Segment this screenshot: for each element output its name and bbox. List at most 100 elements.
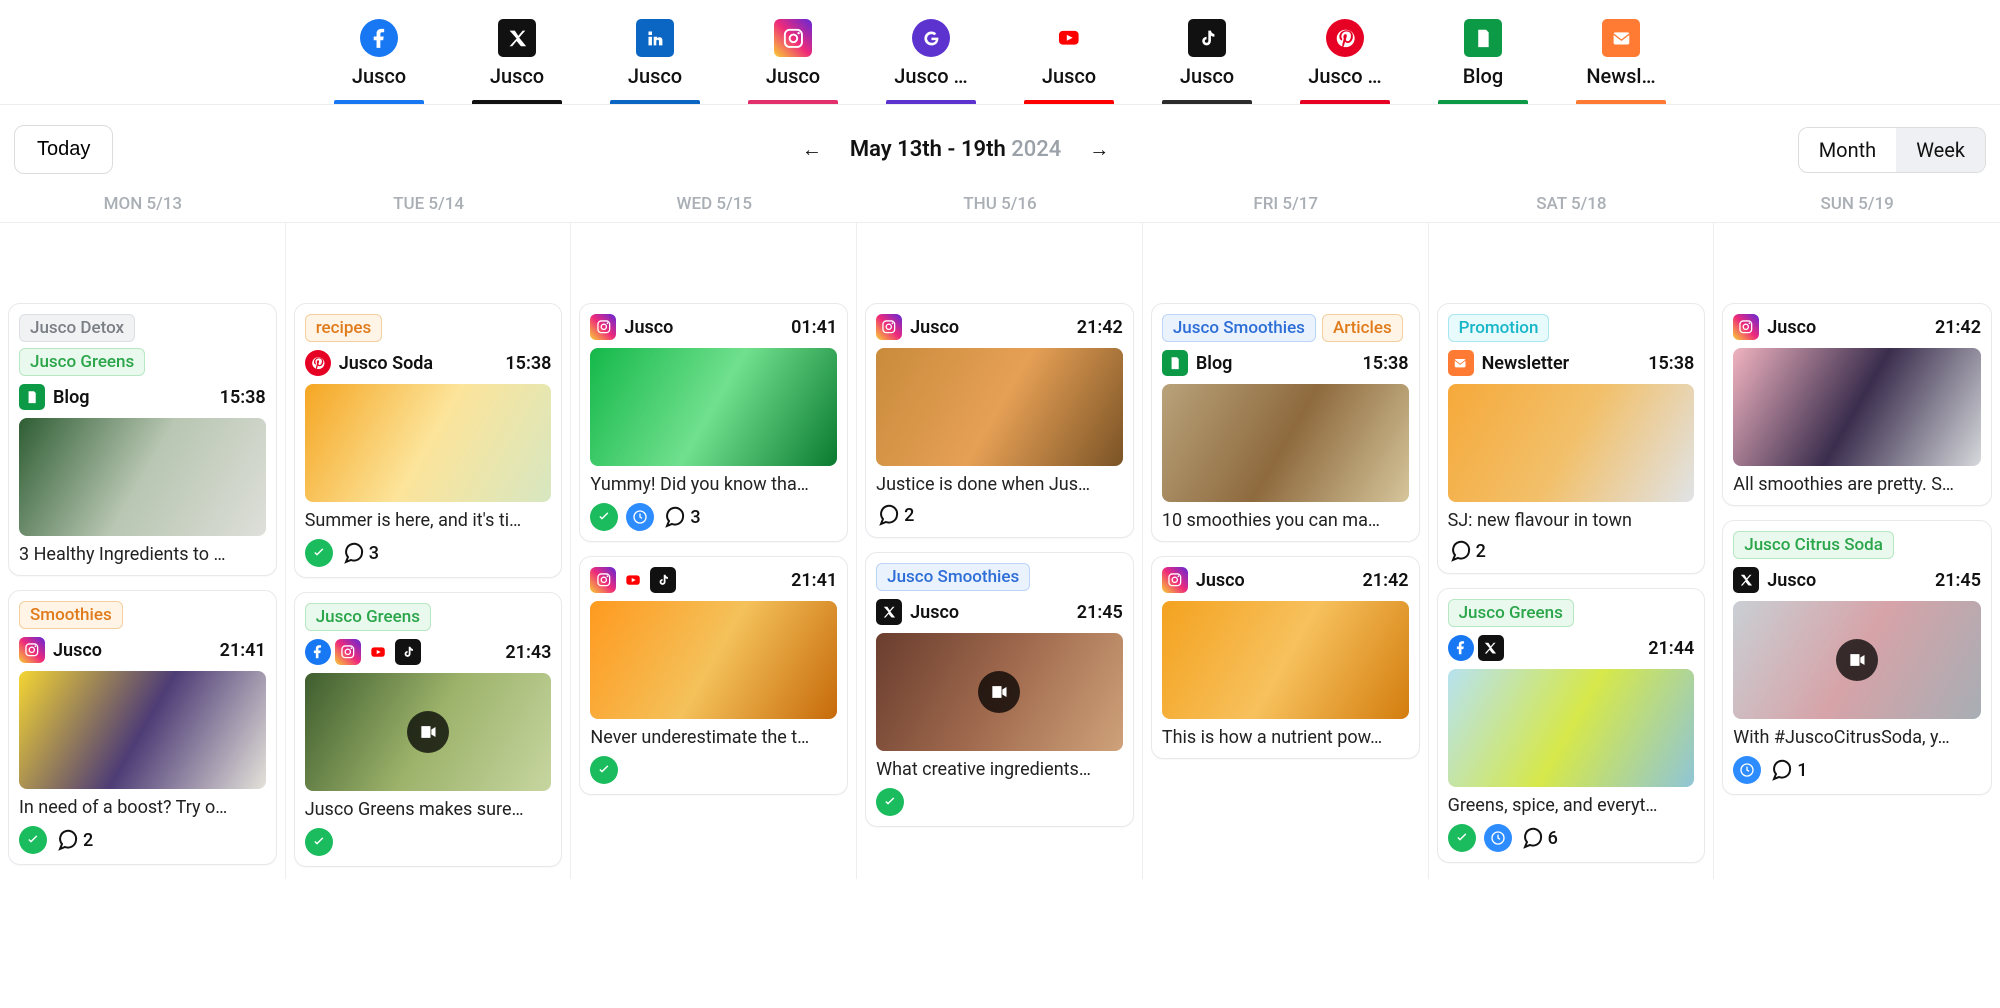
channel-name: Jusco <box>624 317 673 338</box>
post-time: 21:42 <box>1363 570 1409 591</box>
channel-row: Newsletter <box>1448 350 1570 376</box>
post-caption: Summer is here, and it's ti… <box>305 510 552 531</box>
channel-row: Jusco <box>1162 567 1245 593</box>
video-icon <box>978 671 1020 713</box>
tag: Promotion <box>1448 314 1550 342</box>
post-thumbnail <box>1448 384 1695 502</box>
account-tab-label: Blog <box>1463 64 1503 94</box>
account-tab-blog[interactable]: Blog <box>1438 18 1528 104</box>
post-card[interactable]: Jusco SmoothiesArticlesBlog15:3810 smoot… <box>1151 303 1420 542</box>
channel-row: Blog <box>19 384 90 410</box>
post-time: 21:44 <box>1648 638 1694 659</box>
account-tab-youtube[interactable]: Jusco <box>1024 18 1114 104</box>
account-tab-instagram[interactable]: Jusco <box>748 18 838 104</box>
post-time: 21:43 <box>505 642 551 663</box>
day-header: FRI 5/17 <box>1143 194 1429 214</box>
post-footer: 1 <box>1733 756 1981 784</box>
post-card[interactable]: 21:41Never underestimate the t… <box>579 556 848 795</box>
status-approved-icon <box>305 539 333 567</box>
channel-name: Newsletter <box>1482 353 1570 374</box>
youtube-icon <box>1050 19 1088 57</box>
comments-count: 2 <box>876 503 914 527</box>
post-caption: Yummy! Did you know tha… <box>590 474 837 495</box>
post-time: 21:42 <box>1077 317 1123 338</box>
today-button[interactable]: Today <box>14 125 113 174</box>
channel-name: Jusco Soda <box>339 353 433 374</box>
tag: Jusco Greens <box>19 348 145 376</box>
blog-icon <box>1162 350 1188 376</box>
tag: Jusco Detox <box>19 314 135 342</box>
x-icon <box>1478 635 1504 661</box>
tiktok-icon <box>650 567 676 593</box>
view-toggle: Month Week <box>1798 127 1986 173</box>
day-header: WED 5/15 <box>571 194 857 214</box>
post-caption: 10 smoothies you can ma… <box>1162 510 1409 531</box>
post-card[interactable]: Jusco21:42Justice is done when Jus…2 <box>865 303 1134 538</box>
x-icon <box>876 599 902 625</box>
instagram-icon <box>19 637 45 663</box>
pinterest-icon <box>1326 19 1364 57</box>
channel-row: Jusco <box>876 314 959 340</box>
view-week-button[interactable]: Week <box>1896 128 1985 172</box>
facebook-icon <box>305 639 331 665</box>
comments-count: 3 <box>341 541 379 565</box>
account-tab-linkedin[interactable]: Jusco <box>610 18 700 104</box>
post-footer <box>305 828 552 856</box>
account-tab-google[interactable]: Jusco … <box>886 18 976 104</box>
tag: Articles <box>1322 314 1403 342</box>
post-caption: In need of a boost? Try o… <box>19 797 266 818</box>
blog-icon <box>1464 19 1502 57</box>
post-thumbnail <box>1733 348 1981 466</box>
post-card[interactable]: SmoothiesJusco21:41In need of a boost? T… <box>8 590 277 865</box>
post-caption: All smoothies are pretty. S… <box>1733 474 1981 495</box>
post-card[interactable]: recipesJusco Soda15:38Summer is here, an… <box>294 303 563 578</box>
post-caption: Greens, spice, and everyt… <box>1448 795 1695 816</box>
comments-count: 1 <box>1769 758 1807 782</box>
account-tab-facebook[interactable]: Jusco <box>334 18 424 104</box>
post-card[interactable]: Jusco Greens21:43Jusco Greens makes sure… <box>294 592 563 867</box>
week-grid: Jusco DetoxJusco GreensBlog15:383 Health… <box>0 223 2000 879</box>
post-card[interactable]: Jusco DetoxJusco GreensBlog15:383 Health… <box>8 303 277 576</box>
post-time: 01:41 <box>791 317 837 338</box>
account-tab-newsletter[interactable]: Newsl… <box>1576 18 1666 104</box>
date-range: ← May 13th - 19th 2024 → <box>794 133 1117 166</box>
tag: Jusco Greens <box>305 603 431 631</box>
account-tab-label: Jusco <box>1180 64 1234 94</box>
post-card[interactable]: Jusco21:42All smoothies are pretty. S… <box>1722 303 1992 506</box>
day-header: TUE 5/14 <box>286 194 572 214</box>
account-tab-tiktok[interactable]: Jusco <box>1162 18 1252 104</box>
youtube-icon <box>365 639 391 665</box>
account-tab-pinterest[interactable]: Jusco … <box>1300 18 1390 104</box>
post-card[interactable]: Jusco SmoothiesJusco21:45What creative i… <box>865 552 1134 827</box>
tag: Jusco Greens <box>1448 599 1574 627</box>
view-month-button[interactable]: Month <box>1799 128 1896 172</box>
channel-row <box>1448 635 1504 661</box>
post-thumbnail <box>876 633 1123 751</box>
prev-week-button[interactable]: ← <box>794 133 830 166</box>
post-footer <box>876 788 1123 816</box>
account-tab-x[interactable]: Jusco <box>472 18 562 104</box>
post-card[interactable]: Jusco Citrus SodaJusco21:45With #JuscoCi… <box>1722 520 1992 795</box>
post-card[interactable]: Jusco Greens 21:44 Greens, spice, and ever… <box>1437 588 1706 863</box>
day-column: Jusco DetoxJusco GreensBlog15:383 Health… <box>0 223 286 879</box>
channel-name: Jusco <box>53 640 102 661</box>
status-scheduled-icon <box>1733 756 1761 784</box>
post-thumbnail <box>590 348 837 466</box>
post-time: 21:42 <box>1935 317 1981 338</box>
account-tab-label: Jusco <box>490 64 544 94</box>
account-tab-label: Jusco <box>766 64 820 94</box>
post-thumbnail <box>305 673 552 791</box>
post-card[interactable]: Jusco01:41Yummy! Did you know tha…3 <box>579 303 848 542</box>
status-scheduled-icon <box>1484 824 1512 852</box>
post-card[interactable]: PromotionNewsletter15:38SJ: new flavour … <box>1437 303 1706 574</box>
post-time: 21:41 <box>791 570 837 591</box>
youtube-icon <box>620 567 646 593</box>
video-icon <box>407 711 449 753</box>
post-card[interactable]: Jusco21:42This is how a nutrient pow… <box>1151 556 1420 759</box>
channel-name: Jusco <box>910 602 959 623</box>
next-week-button[interactable]: → <box>1081 133 1117 166</box>
post-thumbnail <box>1733 601 1981 719</box>
channel-name: Jusco <box>910 317 959 338</box>
post-thumbnail <box>1162 601 1409 719</box>
accounts-nav: Jusco Jusco Jusco Jusco Jusco … Jusco Ju… <box>0 0 2000 105</box>
